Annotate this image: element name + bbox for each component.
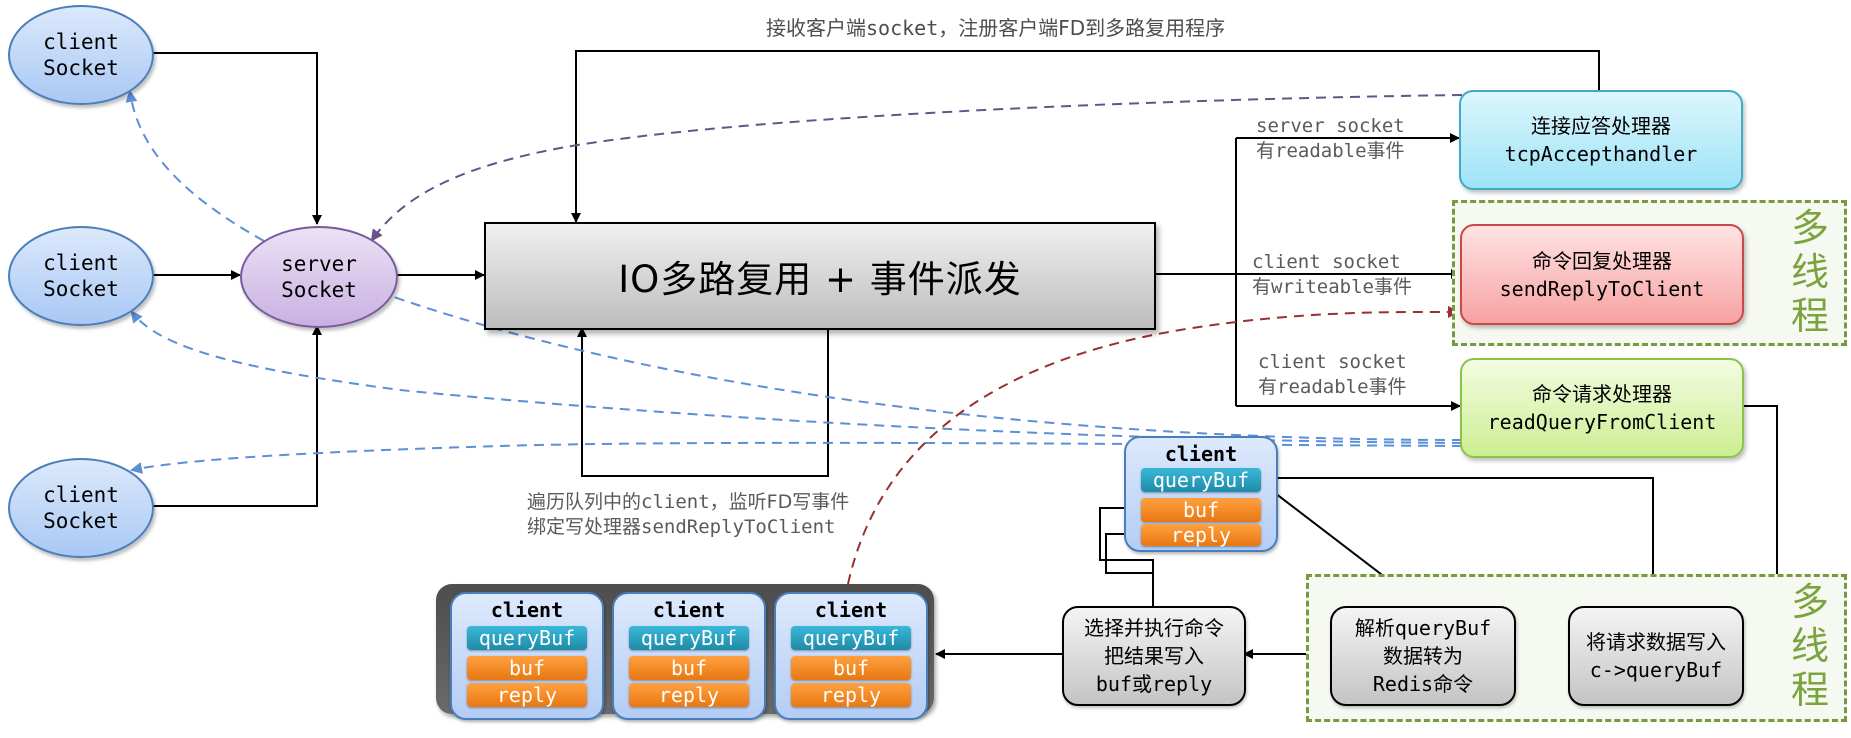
client-field-reply: reply <box>1141 524 1261 546</box>
server-socket-label: server <box>281 252 357 276</box>
client-field-querybuf: queryBuf <box>1141 468 1261 492</box>
queue-client-title: client <box>814 598 888 622</box>
queue-client-field-querybuf: queryBuf <box>467 626 587 650</box>
client-socket-label: client <box>43 483 119 507</box>
server-socket-label: Socket <box>281 278 357 302</box>
event-label-client-readable: client socket 有readable事件 <box>1258 350 1407 400</box>
multi-thread-char: 程 <box>1790 668 1829 712</box>
event-label-cn: 事件 <box>1373 276 1412 298</box>
event-label-code: readable <box>1275 140 1367 162</box>
client-socket-2[interactable]: client Socket <box>8 226 154 326</box>
queue-client-2[interactable]: client queryBuf buf reply <box>612 592 766 720</box>
queue-note-text: ，监听FD写事件 <box>709 491 850 513</box>
queue-note-code: client <box>641 491 710 513</box>
handler-function: readQueryFromClient <box>1487 410 1717 434</box>
handler-title: 连接应答处理器 <box>1531 114 1671 138</box>
queue-client-field-buf: buf <box>629 656 749 680</box>
queue-note-text: 绑定写处理器 <box>527 516 642 538</box>
event-label-client-writeable: client socket 有writeable事件 <box>1252 250 1412 300</box>
event-label-line1: server socket <box>1256 115 1405 137</box>
multi-thread-char: 线 <box>1790 250 1829 294</box>
client-socket-3[interactable]: client Socket <box>8 458 154 558</box>
accept-annotation: 接收客户端socket，注册客户端FD到多路复用程序 <box>766 12 1225 41</box>
handler-function: tcpAccepthandler <box>1504 142 1698 166</box>
step-text: buf或reply <box>1095 672 1213 696</box>
multi-thread-label-parse: 多 线 程 <box>1788 580 1832 712</box>
event-label-line1: client socket <box>1252 251 1401 273</box>
multi-thread-char: 线 <box>1790 624 1829 668</box>
queue-client-field-querybuf: queryBuf <box>791 626 911 650</box>
step-text: 把结果写入 <box>1104 644 1204 668</box>
step-text: 解析queryBuf <box>1354 616 1492 640</box>
annotation-text: 接收客户端 <box>766 16 866 40</box>
client-struct[interactable]: client queryBuf buf reply <box>1124 436 1278 552</box>
queue-client-title: client <box>490 598 564 622</box>
edge-client3-to-server <box>150 325 322 507</box>
handler-function: sendReplyToClient <box>1499 276 1705 301</box>
queue-client-3[interactable]: client queryBuf buf reply <box>774 592 928 720</box>
queue-client-field-querybuf: queryBuf <box>629 626 749 650</box>
multi-thread-char: 多 <box>1790 206 1829 250</box>
queue-client-field-buf: buf <box>791 656 911 680</box>
multi-thread-char: 多 <box>1790 580 1829 624</box>
client-socket-label: Socket <box>43 509 119 533</box>
client-socket-1[interactable]: client Socket <box>8 5 154 105</box>
queue-note-code: sendReplyToClient <box>641 516 836 538</box>
client-socket-label: Socket <box>43 56 119 80</box>
queue-client-field-buf: buf <box>467 656 587 680</box>
client-socket-label: client <box>43 30 119 54</box>
step-text: 数据转为 <box>1383 644 1463 668</box>
reply-handler[interactable]: 命令回复处理器 sendReplyToClient <box>1460 224 1744 325</box>
edge-accept-to-mux <box>571 50 1600 223</box>
parse-querybuf-step[interactable]: 解析queryBuf 数据转为 Redis命令 <box>1330 606 1516 706</box>
queue-note-text: 遍历队列中的 <box>527 491 642 513</box>
queue-note: 遍历队列中的client，监听FD写事件 绑定写处理器sendReplyToCl… <box>527 490 849 540</box>
event-label-line1: client socket <box>1258 351 1407 373</box>
client-field-buf: buf <box>1141 498 1261 522</box>
annotation-text-2: ，注册客户端FD到多路复用程序 <box>938 16 1226 40</box>
multi-thread-label-reply: 多 线 程 <box>1788 206 1832 338</box>
client-socket-label: Socket <box>43 277 119 301</box>
server-socket[interactable]: server Socket <box>240 226 398 328</box>
event-label-server-readable: server socket 有readable事件 <box>1256 114 1405 164</box>
annotation-code: socket <box>866 16 939 40</box>
io-multiplexing-box[interactable]: IO多路复用 + 事件派发 <box>484 222 1156 330</box>
write-querybuf-step[interactable]: 将请求数据写入 c->queryBuf <box>1568 606 1744 706</box>
read-handler[interactable]: 命令请求处理器 readQueryFromClient <box>1460 358 1744 458</box>
event-label-cn: 事件 <box>1366 140 1405 162</box>
event-label-cn: 有 <box>1258 376 1278 398</box>
event-label-cn: 有 <box>1256 140 1276 162</box>
edge-client1-to-server <box>150 52 322 225</box>
edge-mux-self-loop <box>577 327 829 477</box>
event-label-code: readable <box>1277 376 1369 398</box>
queue-client-field-reply: reply <box>467 683 587 707</box>
handler-title: 命令请求处理器 <box>1532 382 1672 406</box>
io-multiplexing-label: IO多路复用 + 事件派发 <box>618 258 1022 301</box>
step-text: c->queryBuf <box>1589 658 1723 682</box>
step-text: 选择并执行命令 <box>1084 616 1224 640</box>
step-text: Redis命令 <box>1372 672 1474 696</box>
client-struct-title: client <box>1164 442 1238 466</box>
multi-thread-char: 程 <box>1790 294 1829 338</box>
client-socket-label: client <box>43 251 119 275</box>
event-label-cn: 有 <box>1252 276 1272 298</box>
queue-client-title: client <box>652 598 726 622</box>
accept-handler[interactable]: 连接应答处理器 tcpAccepthandler <box>1459 90 1743 190</box>
queue-client-field-reply: reply <box>791 683 911 707</box>
handler-title: 命令回复处理器 <box>1532 248 1672 273</box>
queue-client-field-reply: reply <box>629 683 749 707</box>
execute-command-step[interactable]: 选择并执行命令 把结果写入 buf或reply <box>1062 606 1246 706</box>
queue-client-1[interactable]: client queryBuf buf reply <box>450 592 604 720</box>
step-text: 将请求数据写入 <box>1586 630 1726 654</box>
event-label-code: writeable <box>1271 276 1374 298</box>
event-label-cn: 事件 <box>1368 376 1407 398</box>
